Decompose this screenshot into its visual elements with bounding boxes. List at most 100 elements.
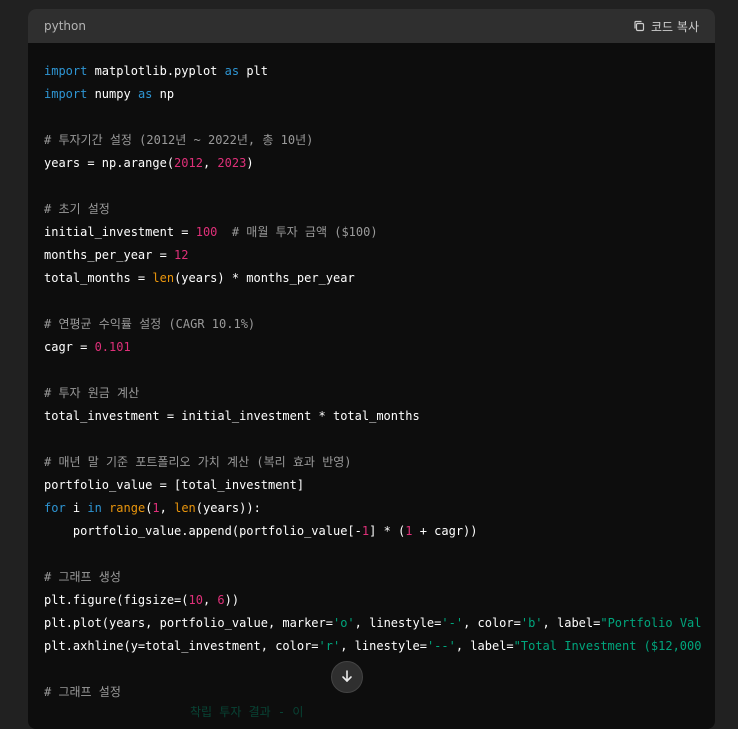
code-token: , label= <box>455 639 514 653</box>
code-token: plt.plot(years, portfolio_value, marker= <box>44 616 333 630</box>
code-token: # 투자기간 설정 (2012년 ~ 2022년, 총 10년) <box>44 133 314 147</box>
code-line: # 투자 원금 계산 <box>44 382 699 405</box>
code-line: initial_investment = 100 # 매월 투자 금액 ($10… <box>44 221 699 244</box>
code-token: plt.figure(figsize=( <box>44 593 189 607</box>
code-token: , color= <box>463 616 521 630</box>
code-token: initial_investment = <box>44 225 196 239</box>
code-token: portfolio_value = [total_investment] <box>44 478 305 492</box>
code-token: , linestyle= <box>354 616 442 630</box>
copy-code-label: 코드 복사 <box>651 19 699 34</box>
code-token: , <box>159 501 175 515</box>
copy-code-button[interactable]: 코드 복사 <box>633 18 699 35</box>
code-token: len <box>152 271 175 285</box>
code-token: 'b' <box>520 616 543 630</box>
code-token: 12 <box>174 248 189 262</box>
copy-icon <box>633 20 645 32</box>
code-line: years = np.arange(2012, 2023) <box>44 152 699 175</box>
code-line: portfolio_value = [total_investment] <box>44 474 699 497</box>
code-token: 0.101 <box>94 340 131 354</box>
code-line: # 매년 말 기준 포트폴리오 가치 계산 (복리 효과 반영) <box>44 451 699 474</box>
code-token: , label= <box>542 616 601 630</box>
code-token: "Total Investment ($12,000 <box>513 639 702 653</box>
code-token: ] * ( <box>369 524 406 538</box>
code-line: total_investment = initial_investment * … <box>44 405 699 428</box>
code-token: matplotlib.pyplot <box>87 64 225 78</box>
code-line: portfolio_value.append(portfolio_value[-… <box>44 520 699 543</box>
code-header: python 코드 복사 <box>28 9 715 43</box>
code-token: (years) * months_per_year <box>174 271 355 285</box>
language-label: python <box>44 19 86 33</box>
code-token: cagr = <box>44 340 95 354</box>
scroll-to-bottom-button[interactable] <box>331 661 363 693</box>
code-token: np <box>152 87 175 101</box>
code-token: import <box>44 64 88 78</box>
arrow-down-icon <box>340 668 354 687</box>
code-line: # 그래프 설정 <box>44 681 699 704</box>
code-line: plt.figure(figsize=(10, 6)) <box>44 589 699 612</box>
code-token: months_per_year = <box>44 248 175 262</box>
code-block: python 코드 복사 import matplotlib.pyplot as… <box>28 9 715 729</box>
code-token: 100 <box>195 225 218 239</box>
code-line: plt.axhline(y=total_investment, color='r… <box>44 635 702 658</box>
code-token: 2023 <box>217 156 247 170</box>
code-line: total_months = len(years) * months_per_y… <box>44 267 699 290</box>
code-token: # 투자 원금 계산 <box>44 386 140 400</box>
code-token: years = np.arange( <box>44 156 175 170</box>
code-token: ) <box>246 156 254 170</box>
code-token: total_months = <box>44 271 153 285</box>
code-token: # 연평균 수익률 설정 (CAGR 10.1%) <box>44 317 256 331</box>
code-token: # 초기 설정 <box>44 202 110 216</box>
code-token: )) <box>224 593 240 607</box>
code-token: portfolio_value.append(portfolio_value[- <box>44 524 362 538</box>
code-token: as <box>137 87 153 101</box>
code-line: import numpy as np <box>44 83 699 106</box>
code-token: plt <box>239 64 268 78</box>
code-token: range <box>109 501 146 515</box>
code-token: in <box>87 501 102 515</box>
code-token: # 그래프 설정 <box>44 685 121 699</box>
code-token: plt.axhline(y=total_investment, color= <box>44 639 319 653</box>
code-token: import <box>44 87 88 101</box>
code-token: 10 <box>188 593 203 607</box>
code-token: i <box>65 501 88 515</box>
code-token: numpy <box>87 87 138 101</box>
code-line: for i in range(1, len(years)): <box>44 497 699 520</box>
code-token: 'o' <box>332 616 355 630</box>
code-token: as <box>224 64 240 78</box>
code-token: 6 <box>217 593 225 607</box>
code-token: # 매월 투자 금액 ($100) <box>231 225 378 239</box>
code-token: len <box>174 501 196 515</box>
code-content[interactable]: import matplotlib.pyplot as plt import nu… <box>28 43 715 704</box>
code-token: '--' <box>426 639 456 653</box>
code-token: '-' <box>441 616 464 630</box>
code-token: total_investment = initial_investment * … <box>44 409 420 423</box>
code-line: # 투자기간 설정 (2012년 ~ 2022년, 총 10년) <box>44 129 699 152</box>
code-token: 2012 <box>174 156 203 170</box>
code-token: 1 <box>152 501 160 515</box>
code-token: , <box>202 156 218 170</box>
code-line: # 연평균 수익률 설정 (CAGR 10.1%) <box>44 313 699 336</box>
code-token: , <box>202 593 218 607</box>
code-line: plt.plot(years, portfolio_value, marker=… <box>44 612 702 635</box>
code-line: import matplotlib.pyplot as plt <box>44 60 699 83</box>
code-token: # 매년 말 기준 포트폴리오 가치 계산 (복리 효과 반영) <box>44 455 352 469</box>
code-line: # 그래프 생성 <box>44 566 699 589</box>
code-token: (years)): <box>195 501 261 515</box>
code-token: for <box>44 501 66 515</box>
code-line: cagr = 0.101 <box>44 336 699 359</box>
code-line: # 초기 설정 <box>44 198 699 221</box>
code-token: # 그래프 생성 <box>44 570 121 584</box>
faded-code-line: 착립 투자 결과 - 이 <box>190 705 304 719</box>
code-token: "Portfolio Val <box>600 616 702 630</box>
code-token: + cagr)) <box>412 524 478 538</box>
code-token: , linestyle= <box>340 639 427 653</box>
